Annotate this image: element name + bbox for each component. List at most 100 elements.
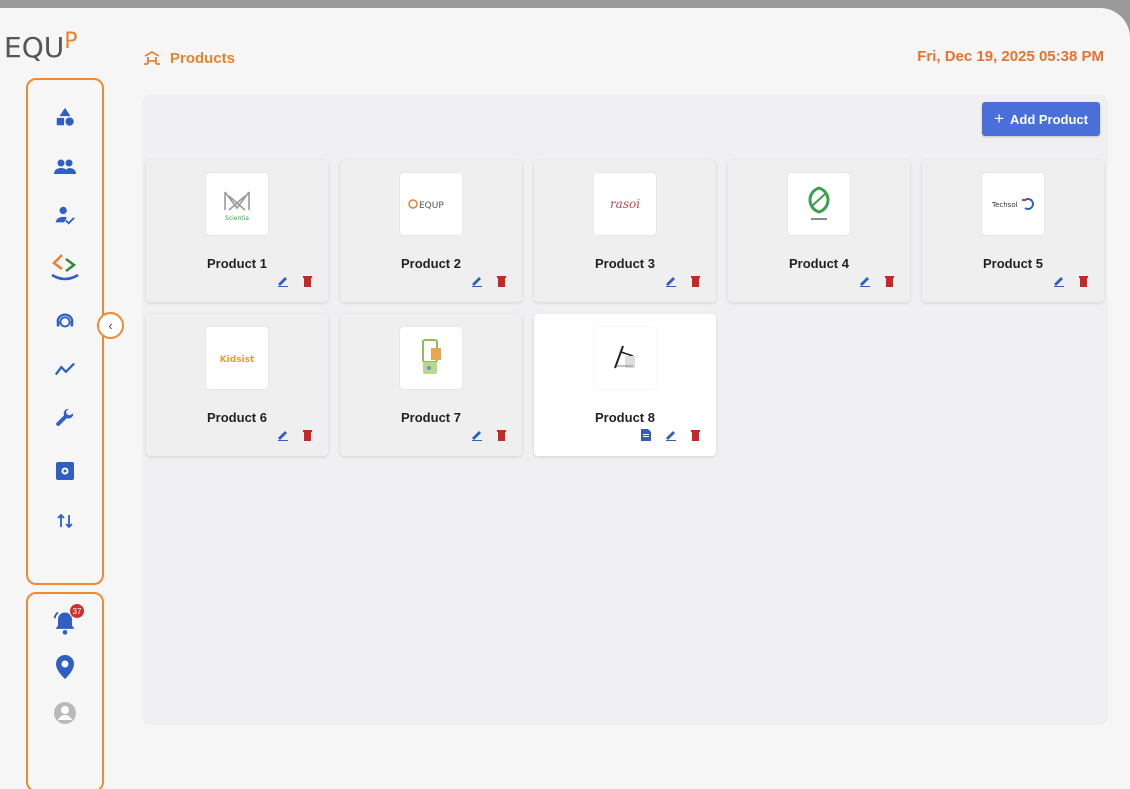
notification-badge: 37	[69, 603, 85, 619]
delete-icon	[691, 429, 700, 441]
sidebar-item-users[interactable]	[28, 200, 102, 230]
sidebar-item-settings[interactable]	[28, 456, 102, 486]
product-name: Product 1	[207, 256, 267, 271]
product-logo	[594, 327, 656, 389]
delete-icon	[497, 275, 506, 287]
notifications-button[interactable]: 37	[28, 603, 102, 638]
delete-button[interactable]	[303, 429, 312, 441]
document-button[interactable]	[641, 429, 651, 441]
wrench-icon	[56, 408, 74, 426]
svg-text:Kidsist: Kidsist	[220, 355, 255, 365]
product-card[interactable]: Techsol Product 5	[922, 160, 1104, 302]
edit-icon	[666, 431, 676, 441]
sidebar-collapse-button[interactable]: ‹	[97, 312, 124, 339]
delete-icon	[303, 429, 312, 441]
product-name: Product 3	[595, 256, 655, 271]
product-logo: EQUP	[400, 173, 462, 235]
shapes-icon	[56, 107, 74, 126]
delete-button[interactable]	[885, 275, 894, 287]
delete-button[interactable]	[691, 429, 700, 441]
edit-icon	[472, 431, 482, 441]
product-name: Product 4	[789, 256, 849, 271]
delete-button[interactable]	[497, 429, 506, 441]
product-name: Product 7	[401, 410, 461, 425]
sidebar-item-support[interactable]	[28, 306, 102, 336]
delete-button[interactable]	[303, 275, 312, 287]
product-card[interactable]: Product 7	[340, 314, 522, 456]
delete-button[interactable]	[691, 275, 700, 287]
svg-text:EQUP: EQUP	[419, 201, 444, 211]
page-title: Products	[142, 48, 235, 68]
svg-text:Scientia: Scientia	[225, 215, 249, 222]
sidebar-item-tools[interactable]	[28, 404, 102, 434]
svg-text:rasoi: rasoi	[610, 197, 640, 211]
edit-button[interactable]	[277, 429, 289, 441]
add-product-label: Add Product	[1010, 111, 1088, 127]
edit-button[interactable]	[471, 275, 483, 287]
edit-icon	[860, 277, 870, 287]
app-window: EQUP ‹ 37 Products Fri, Dec 19, 2025 05:…	[0, 8, 1130, 789]
product-card[interactable]: Scientia Product 1	[146, 160, 328, 302]
edit-icon	[1054, 277, 1064, 287]
trending-icon	[54, 362, 75, 376]
sidebar-item-transfer[interactable]	[28, 506, 102, 536]
product-logo	[788, 173, 850, 235]
current-datetime: Fri, Dec 19, 2025 05:38 PM	[917, 48, 1104, 65]
settings-box-icon	[56, 462, 74, 480]
delete-button[interactable]	[497, 275, 506, 287]
product-name: Product 6	[207, 410, 267, 425]
sidebar-item-dashboard[interactable]	[28, 102, 102, 132]
product-logo: Scientia	[206, 173, 268, 235]
sidebar-item-analytics[interactable]	[28, 354, 102, 384]
product-name: Product 2	[401, 256, 461, 271]
edit-icon	[666, 277, 676, 287]
add-product-button[interactable]: + Add Product	[982, 102, 1100, 136]
svg-text:Techsol: Techsol	[991, 201, 1018, 209]
edit-icon	[472, 277, 482, 287]
delete-button[interactable]	[1079, 275, 1088, 287]
location-pin-icon	[56, 655, 74, 679]
edit-button[interactable]	[665, 429, 677, 441]
product-logo: Kidsist	[206, 327, 268, 389]
product-logo: Techsol	[982, 173, 1044, 235]
account-icon	[54, 702, 76, 724]
account-button[interactable]	[28, 698, 102, 728]
sidebar-item-groups[interactable]	[28, 152, 102, 182]
product-card[interactable]: Product 8	[534, 314, 716, 456]
sidebar-item-brand[interactable]	[28, 246, 102, 286]
products-icon	[142, 48, 162, 68]
product-name: Product 5	[983, 256, 1043, 271]
document-icon	[641, 429, 651, 441]
edit-button[interactable]	[859, 275, 871, 287]
delete-icon	[691, 275, 700, 287]
product-logo: rasoi	[594, 173, 656, 235]
product-name: Product 8	[595, 410, 655, 425]
sidebar-bottom: 37	[26, 592, 104, 789]
page-title-text: Products	[170, 49, 236, 67]
sort-arrows-icon	[57, 513, 73, 529]
edit-button[interactable]	[277, 275, 289, 287]
edit-button[interactable]	[471, 429, 483, 441]
delete-icon	[1079, 275, 1088, 287]
product-logo	[400, 327, 462, 389]
location-button[interactable]	[28, 652, 102, 682]
delete-icon	[497, 429, 506, 441]
product-card[interactable]: rasoi Product 3	[534, 160, 716, 302]
sidebar-nav	[26, 78, 104, 585]
product-card[interactable]: EQUP Product 2	[340, 160, 522, 302]
support-agent-icon	[56, 313, 74, 328]
product-card[interactable]: Product 4	[728, 160, 910, 302]
groups-icon	[54, 159, 76, 174]
app-logo[interactable]: EQUP	[4, 22, 78, 64]
edit-button[interactable]	[665, 275, 677, 287]
products-panel: + Add Product Scientia Product 1 EQUP Pr…	[142, 95, 1108, 725]
edit-icon	[278, 277, 288, 287]
product-card[interactable]: Kidsist Product 6	[146, 314, 328, 456]
edit-icon	[278, 431, 288, 441]
delete-icon	[303, 275, 312, 287]
plus-icon: +	[994, 109, 1004, 128]
person-check-icon	[55, 206, 75, 225]
brand-logo-icon	[51, 254, 79, 281]
edit-button[interactable]	[1053, 275, 1065, 287]
delete-icon	[885, 275, 894, 287]
